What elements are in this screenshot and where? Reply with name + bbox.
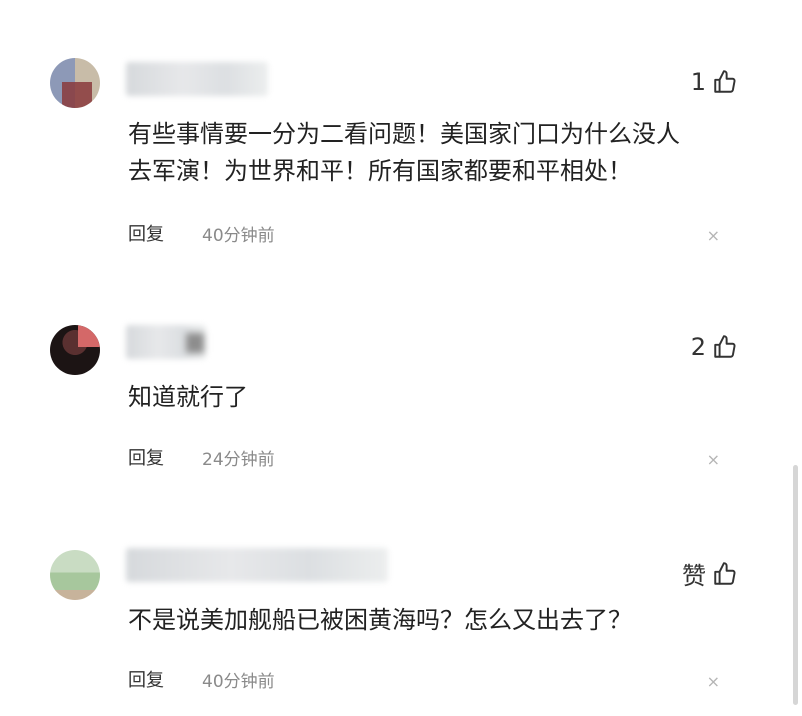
close-icon[interactable]: × (707, 672, 720, 691)
like-label: 赞 (682, 562, 706, 590)
comment-text: 不是说美加舰船已被困黄海吗？怎么又出去了？ (128, 602, 748, 639)
scrollbar[interactable] (793, 465, 798, 705)
username-redacted[interactable] (126, 548, 388, 582)
comment-item: 赞 不是说美加舰船已被困黄海吗？怎么又出去了？ 回复 40分钟前 × (0, 0, 790, 716)
reply-button[interactable]: 回复 (128, 666, 164, 692)
like-button[interactable]: 赞 (682, 556, 738, 591)
thumbs-up-icon (714, 561, 736, 585)
comment-meta: 回复 40分钟前 (128, 666, 275, 692)
timestamp: 40分钟前 (202, 671, 275, 692)
comment-text-line: 不是说美加舰船已被困黄海吗？怎么又出去了？ (128, 606, 632, 634)
avatar[interactable] (50, 550, 100, 600)
